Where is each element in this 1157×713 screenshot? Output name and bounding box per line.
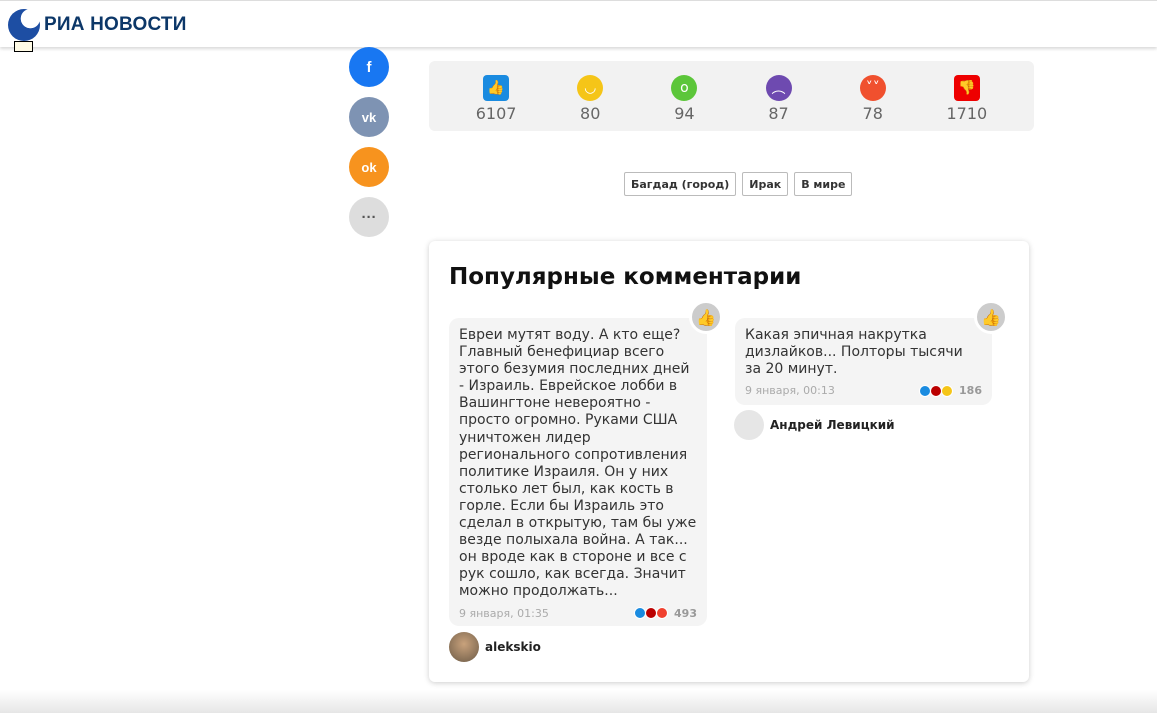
reaction-sad[interactable]: ︵ 87 xyxy=(739,61,819,131)
popular-comments-card: Популярные комментарии Евреи мутят воду.… xyxy=(429,241,1029,682)
section-title: Популярные комментарии xyxy=(449,264,802,290)
reaction-angry[interactable]: ˅˅ 78 xyxy=(833,61,913,131)
small-widget xyxy=(14,41,33,52)
page-bottom-band xyxy=(0,690,1157,713)
tag-baghdad[interactable]: Багдад (город) xyxy=(624,172,737,196)
reaction-dislike[interactable]: 👎 1710 xyxy=(927,61,1007,131)
reaction-wow[interactable]: o 94 xyxy=(644,61,724,131)
avatar xyxy=(449,632,479,662)
comment-date: 9 января, 00:13 xyxy=(745,384,835,398)
share-more-button[interactable]: ··· xyxy=(349,197,389,237)
vk-icon: vk xyxy=(361,109,377,125)
reaction-count: 1710 xyxy=(946,104,988,123)
facebook-icon: f xyxy=(366,58,372,76)
comment-1[interactable]: Евреи мутят воду. А кто еще? Главный бен… xyxy=(449,318,707,626)
sad-icon: ︵ xyxy=(765,75,792,101)
odnoklassniki-icon: ok xyxy=(361,159,377,175)
reaction-count: 87 xyxy=(768,104,789,123)
reactions-bar: 👍 6107 ◡ 80 o 94 ︵ 87 ˅˅ 78 👎 1710 xyxy=(429,61,1034,131)
tags: Багдад (город) Ирак В мире xyxy=(624,172,853,196)
comment-1-like-button[interactable]: 👍 xyxy=(689,300,723,334)
angry-icon: ˅˅ xyxy=(859,75,886,101)
share-vk-button[interactable]: vk xyxy=(349,97,389,137)
reaction-count: 78 xyxy=(862,104,883,123)
share-ok-button[interactable]: ok xyxy=(349,147,389,187)
thumbs-down-icon: 👎 xyxy=(953,75,980,101)
more-icon: ··· xyxy=(361,208,377,226)
reaction-laugh[interactable]: ◡ 80 xyxy=(550,61,630,131)
reaction-count: 80 xyxy=(580,104,601,123)
thumbs-up-icon: 👍 xyxy=(981,307,1001,327)
author-name: Андрей Левицкий xyxy=(770,418,895,432)
comment-reaction-count: 493 xyxy=(674,606,697,620)
tag-world[interactable]: В мире xyxy=(794,172,853,196)
reaction-like[interactable]: 👍 6107 xyxy=(456,61,536,131)
comment-2[interactable]: Какая эпичная накрутка дизлайков... Полт… xyxy=(735,318,992,405)
comment-text: Евреи мутят воду. А кто еще? Главный бен… xyxy=(459,327,697,600)
logo-text: РИА НОВОСТИ xyxy=(44,14,187,35)
surprised-icon: o xyxy=(671,75,698,101)
avatar-placeholder xyxy=(734,410,764,440)
author-name: alekskio xyxy=(485,640,541,654)
laugh-icon: ◡ xyxy=(577,75,604,101)
thumbs-up-icon: 👍 xyxy=(483,75,510,101)
comment-date: 9 января, 01:35 xyxy=(459,606,549,620)
reaction-count: 94 xyxy=(674,104,695,123)
tag-iraq[interactable]: Ирак xyxy=(742,172,789,196)
reaction-count: 6107 xyxy=(475,104,517,123)
site-header: РИА НОВОСТИ xyxy=(0,0,1157,52)
comment-2-like-button[interactable]: 👍 xyxy=(974,300,1008,334)
reaction-mini-icons xyxy=(919,384,954,397)
reaction-mini-icons xyxy=(634,607,669,619)
comment-text: Какая эпичная накрутка дизлайков... Полт… xyxy=(745,327,963,378)
comment-reaction-count: 186 xyxy=(959,384,982,398)
thumbs-up-icon: 👍 xyxy=(696,307,716,327)
logo[interactable]: РИА НОВОСТИ xyxy=(8,9,187,41)
comment-1-author[interactable]: alekskio xyxy=(449,632,541,662)
comment-2-author[interactable]: Андрей Левицкий xyxy=(734,410,895,440)
share-facebook-button[interactable]: f xyxy=(349,47,389,87)
ria-globe-icon xyxy=(8,9,40,41)
